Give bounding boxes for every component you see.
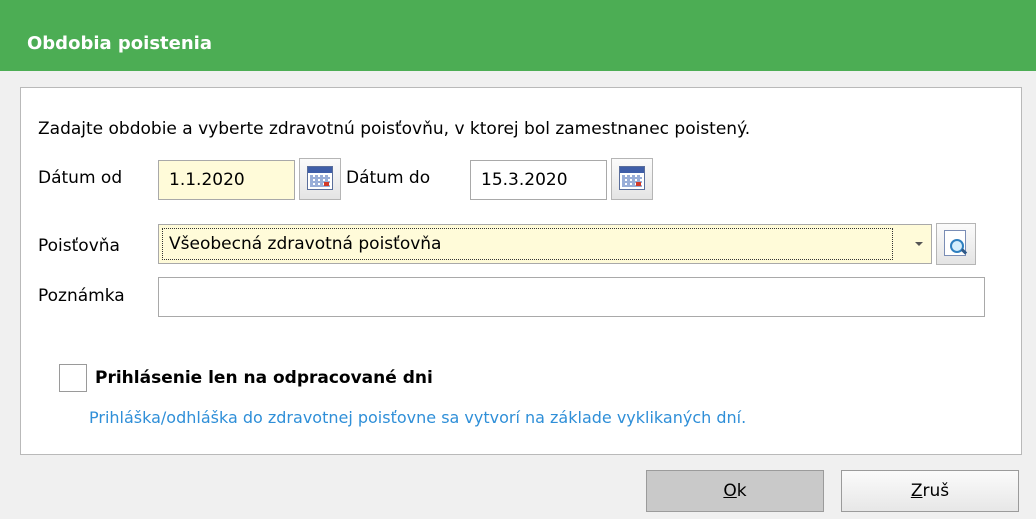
ok-label-rest: k [736,481,747,501]
cancel-label-rest: ruš [922,481,950,501]
form-panel: Zadajte obdobie a vyberte zdravotnú pois… [20,87,1022,455]
intro-text: Zadajte obdobie a vyberte zdravotnú pois… [38,119,751,139]
ok-accelerator: O [723,481,737,501]
insurer-lookup-button[interactable] [936,223,976,265]
calendar-icon [619,166,645,190]
title-bar[interactable]: Obdobia poistenia [0,0,1036,71]
date-from-input[interactable] [158,160,295,200]
date-to-calendar-button[interactable] [611,158,653,200]
date-to-label: Dátum do [346,168,431,188]
calendar-icon [307,166,333,190]
cancel-accelerator: Z [910,481,923,501]
date-from-calendar-button[interactable] [299,158,341,200]
insurer-label: Poisťovňa [38,236,120,256]
worked-days-checkbox[interactable] [59,364,87,392]
insurer-select[interactable]: Všeobecná zdravotná poisťovňa [158,224,932,264]
window-title: Obdobia poistenia [27,33,212,54]
date-to-input[interactable] [470,160,607,200]
dropdown-arrow-icon[interactable] [915,242,923,246]
insurer-selected-value: Všeobecná zdravotná poisťovňa [162,228,893,260]
hint-text: Prihláška/odhláška do zdravotnej poisťov… [89,408,747,427]
date-from-label: Dátum od [38,168,123,188]
note-input[interactable] [158,277,985,317]
worked-days-checkbox-label[interactable]: Prihlásenie len na odpracované dni [95,368,433,388]
ok-button[interactable]: Ok [646,470,824,512]
lookup-icon [944,230,968,256]
note-label: Poznámka [38,286,125,306]
cancel-button[interactable]: Zruš [841,470,1019,512]
